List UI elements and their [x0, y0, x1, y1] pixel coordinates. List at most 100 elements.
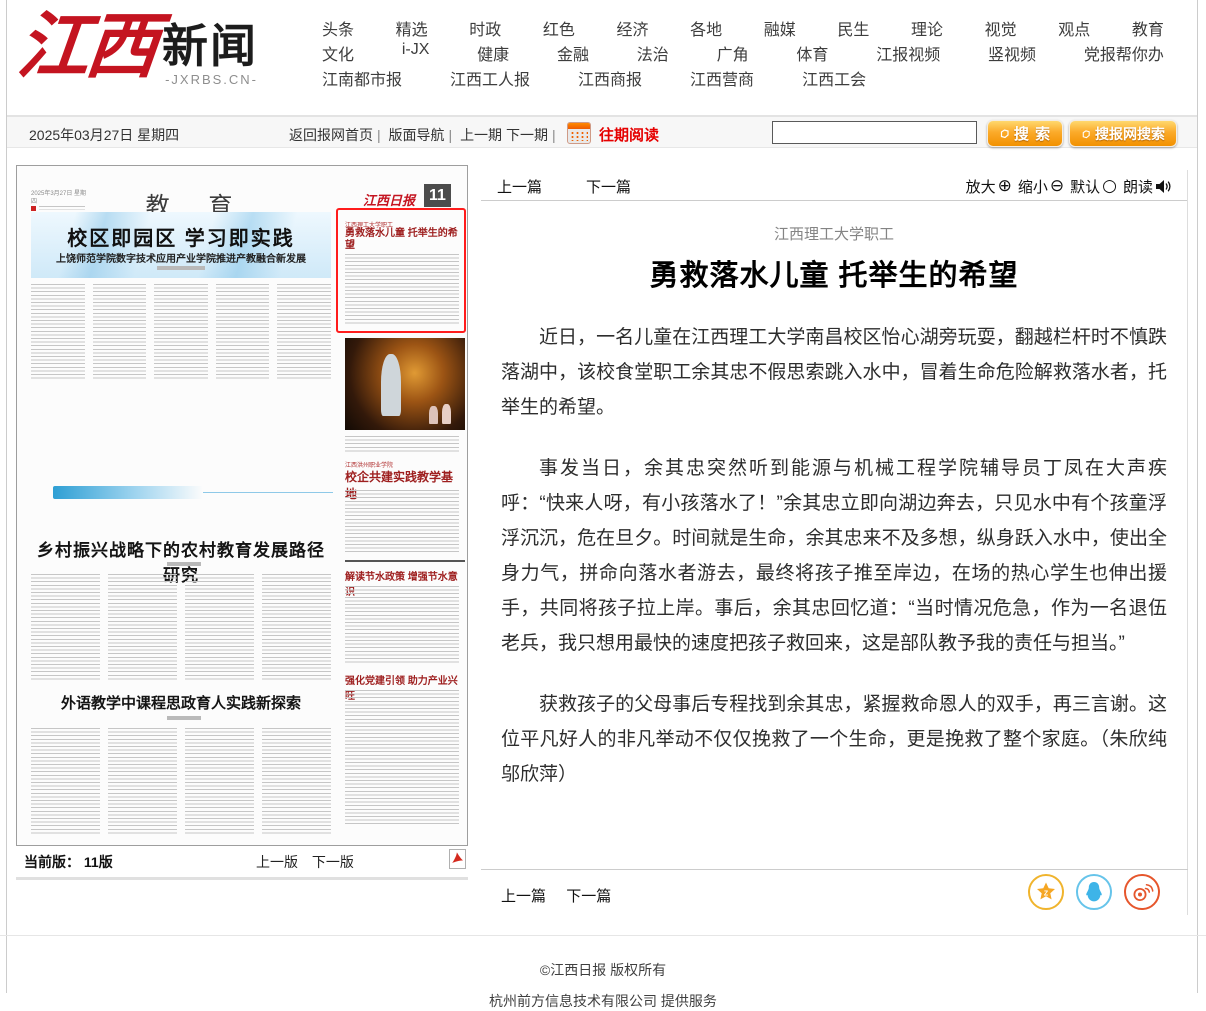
nav-item-business-daily[interactable]: 江西商报	[578, 66, 642, 91]
logo-suffix: 新闻	[162, 19, 258, 73]
page-right-border	[1197, 0, 1198, 993]
nav-item-jb-video[interactable]: 江报视频	[876, 41, 940, 66]
nav-item-jx-union[interactable]: 江西工会	[802, 66, 866, 91]
fake-text-column	[262, 728, 331, 836]
current-date: 2025年03月27日 星期四	[29, 125, 179, 145]
weibo-share-icon[interactable]	[1124, 874, 1160, 910]
nav-item-theory[interactable]: 理论	[911, 16, 943, 41]
nav-item-sports[interactable]: 体育	[796, 41, 828, 66]
prev-article-link[interactable]: 上一篇	[497, 176, 542, 197]
zoom-out-label: 缩小	[1018, 176, 1048, 197]
fake-byline	[157, 266, 205, 270]
reset-zoom-label: 默认	[1070, 176, 1100, 197]
nav-item-jiangnan-metro[interactable]: 江南都市报	[322, 66, 402, 91]
page-nav-link[interactable]: 版面导航	[389, 127, 445, 143]
next-issue-link[interactable]: 下一期	[506, 127, 548, 143]
mini-page-number: 11	[424, 184, 451, 207]
read-aloud-button[interactable]: 朗读	[1123, 176, 1171, 197]
page-bar: 当前版： 11版 上一版 下一版	[16, 848, 468, 874]
fake-text-column	[216, 284, 270, 380]
nav-item-law[interactable]: 法治	[637, 41, 669, 66]
pdf-icon[interactable]	[449, 849, 466, 872]
photo-figure	[381, 354, 401, 416]
fake-byline	[167, 716, 201, 720]
nav-item-finance[interactable]: 金融	[557, 41, 589, 66]
fake-text-column	[262, 574, 331, 682]
back-to-home-link[interactable]: 返回报网首页	[289, 127, 373, 143]
site-search-button-label: 搜报网搜索	[1095, 124, 1165, 144]
past-issues-link[interactable]: 往期阅读	[599, 124, 659, 145]
photo-figure	[429, 406, 438, 424]
divider	[16, 877, 468, 880]
qzone-share-icon[interactable]: Z	[1028, 874, 1064, 910]
fake-text-column	[108, 574, 177, 682]
nav-item-education[interactable]: 教育	[1132, 16, 1164, 41]
mini-section-ribbon	[53, 486, 203, 499]
article-highlight-box[interactable]	[336, 208, 466, 333]
nav-item-jx-business[interactable]: 江西营商	[690, 66, 754, 91]
fake-text-column	[31, 574, 100, 682]
fake-text-column	[345, 586, 459, 664]
search-input[interactable]	[772, 121, 977, 144]
nav-item-wideangle[interactable]: 广角	[717, 41, 749, 66]
site-search-button[interactable]: 搜报网搜索	[1069, 120, 1177, 147]
prev-issue-link[interactable]: 上一期	[460, 127, 502, 143]
zoom-out-icon: ⊖	[1050, 178, 1064, 195]
article-paragraph: 获救孩子的父母事后专程找到余其忠，紧握救命恩人的双手，再三言谢。这位平凡好人的非…	[501, 687, 1167, 792]
fake-text-column	[31, 284, 85, 380]
site-logo[interactable]: 江西 新闻 -JXRBS.CN-	[18, 4, 258, 88]
zoom-in-label: 放大	[966, 176, 996, 197]
zoom-in-button[interactable]: 放大 ⊕	[966, 176, 1012, 197]
nav-item-opinion[interactable]: 观点	[1058, 16, 1090, 41]
zoom-out-button[interactable]: 缩小 ⊖	[1018, 176, 1064, 197]
cube-icon	[1081, 129, 1091, 139]
toolbar-links: 返回报网首页| 版面导航| 上一期 下一期|	[289, 125, 560, 145]
nav-item-livelihood[interactable]: 民生	[837, 16, 869, 41]
article-paragraph: 事发当日，余其忠突然听到能源与机械工程学院辅导员丁凤在大声疾呼：“快来人呀，有小…	[501, 451, 1167, 661]
mini-subheadline-main: 上饶师范学院数字技术应用产业学院推进产教融合新发展	[31, 250, 331, 265]
nav-item-vertical-video[interactable]: 竖视频	[988, 41, 1036, 66]
nav-item-workers-daily[interactable]: 江西工人报	[450, 66, 530, 91]
fake-byline	[167, 562, 201, 566]
nav-item-media[interactable]: 融媒	[764, 16, 796, 41]
reset-zoom-icon: ○	[1102, 178, 1117, 195]
nav-item-headlines[interactable]: 头条	[322, 16, 354, 41]
nav-item-red[interactable]: 红色	[543, 16, 575, 41]
nav-item-featured[interactable]: 精选	[396, 16, 428, 41]
fake-text-column	[93, 284, 147, 380]
fake-text-column	[31, 728, 100, 836]
fake-text-column	[185, 728, 254, 836]
prev-article-link-bottom[interactable]: 上一篇	[501, 888, 546, 905]
prev-page-link[interactable]: 上一版	[256, 854, 298, 870]
nav-item-health[interactable]: 健康	[477, 41, 509, 66]
next-page-link[interactable]: 下一版	[312, 854, 354, 870]
search-button[interactable]: 搜 索	[987, 120, 1063, 147]
qq-share-icon[interactable]	[1076, 874, 1112, 910]
fake-text-column	[185, 574, 254, 682]
nav-item-economy[interactable]: 经济	[617, 16, 649, 41]
nav-item-politics[interactable]: 时政	[469, 16, 501, 41]
separator: |	[449, 127, 453, 143]
calendar-icon[interactable]	[567, 122, 591, 144]
nav-item-party-help[interactable]: 党报帮你办	[1084, 41, 1164, 66]
fake-text-column	[277, 284, 331, 380]
fake-text-columns	[31, 728, 331, 836]
nav-item-visual[interactable]: 视觉	[985, 16, 1017, 41]
logo-calligraphy: 江西	[14, 4, 159, 88]
main-nav: 头条 精选 时政 红色 经济 各地 融媒 民生 理论 视觉 观点 教育 文化 i…	[322, 16, 1164, 91]
nav-item-regions[interactable]: 各地	[690, 16, 722, 41]
next-article-link[interactable]: 下一篇	[586, 176, 631, 197]
share-bar: Z	[1028, 874, 1160, 910]
speaker-icon	[1155, 179, 1171, 194]
mini-red-mark	[31, 206, 36, 211]
nav-item-ijx[interactable]: i-JX	[402, 41, 430, 66]
search-button-label: 搜 索	[1014, 123, 1051, 144]
newspaper-page-thumbnail[interactable]: 2025年3月27日 星期四 教 育 江西日报 11 校区即园区 学习即实践 上…	[16, 165, 468, 846]
separator: |	[377, 127, 381, 143]
separator: |	[552, 127, 556, 143]
nav-item-culture[interactable]: 文化	[322, 41, 354, 66]
next-article-link-bottom[interactable]: 下一篇	[566, 888, 611, 905]
reset-zoom-button[interactable]: 默认 ○	[1070, 176, 1117, 197]
article-panel: 上一篇 下一篇 放大 ⊕ 缩小 ⊖ 默认 ○ 朗读 江西理工大学职工 勇救落水儿…	[481, 170, 1188, 915]
mini-paper-name: 江西日报	[363, 190, 415, 209]
